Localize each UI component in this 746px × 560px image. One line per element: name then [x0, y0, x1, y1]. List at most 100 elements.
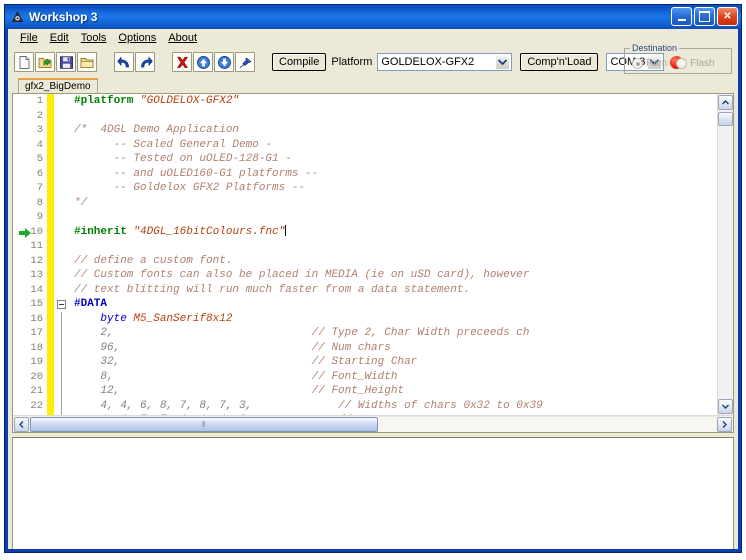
delete-icon[interactable] — [172, 52, 192, 72]
fold-column[interactable] — [54, 413, 70, 415]
code-line[interactable]: 18 96, // Num chars — [13, 340, 717, 355]
destination-ram-radio[interactable] — [632, 58, 643, 69]
fold-column[interactable] — [54, 283, 70, 298]
menu-item-tools[interactable]: Tools — [77, 31, 115, 45]
fold-column[interactable] — [54, 268, 70, 283]
fold-column[interactable] — [54, 196, 70, 211]
code-line[interactable]: 22 4, 4, 6, 8, 7, 8, 7, 3, // Widths of … — [13, 398, 717, 413]
vertical-scroll-track[interactable] — [718, 126, 733, 398]
line-number: 16 — [30, 312, 43, 325]
main-window: Workshop 3 ✕ File Edit Tools Options Abo… — [4, 4, 742, 553]
code-text-area[interactable]: 1 #platform "GOLDELOX-GFX2" 2 3/* 4DGL Demo… — [13, 94, 717, 415]
maximize-button[interactable] — [694, 7, 715, 26]
horizontal-scroll-thumb[interactable]: ‖ — [30, 416, 378, 432]
scroll-left-button[interactable] — [14, 416, 29, 432]
close-icon: ✕ — [723, 10, 732, 22]
code-line[interactable]: 11 — [13, 239, 717, 254]
horizontal-scroll-track[interactable] — [378, 416, 716, 432]
toolbar: Compile Platform GOLDELOX-GFX2 Comp'n'Lo… — [8, 43, 738, 77]
save-file-icon[interactable] — [56, 52, 76, 72]
fold-column[interactable] — [54, 326, 70, 341]
code-line[interactable]: 17 2, // Type 2, Char Width preceeds ch — [13, 326, 717, 341]
compile-button[interactable]: Compile — [272, 53, 327, 71]
chevron-down-icon[interactable] — [495, 54, 511, 70]
code-line[interactable]: 12 // define a custom font. — [13, 253, 717, 269]
line-number: 22 — [30, 399, 43, 412]
code-line[interactable]: 4 -- Scaled General Demo - — [13, 137, 717, 153]
destination-flash-radio[interactable] — [676, 58, 688, 69]
menu-item-file[interactable]: File — [16, 31, 46, 45]
fold-collapse-icon[interactable] — [57, 300, 66, 309]
fold-column[interactable] — [54, 369, 70, 384]
menu-item-edit[interactable]: Edit — [46, 31, 77, 45]
line-number: 1 — [36, 95, 43, 108]
code-line[interactable]: 10 #inherit "4DGL_16bitColours.fnc" — [13, 224, 717, 240]
code-line-text: /* 4DGL Demo Application — [70, 124, 717, 136]
undo-icon[interactable] — [114, 52, 134, 72]
fold-column[interactable] — [54, 94, 70, 109]
fold-column[interactable] — [54, 384, 70, 399]
code-line[interactable]: 13 // Custom fonts can also be placed in … — [13, 268, 717, 283]
code-line[interactable]: 16 byte M5_SanSerif8x12 — [13, 311, 717, 326]
redo-icon[interactable] — [135, 52, 155, 72]
code-line-text: #DATA — [70, 298, 717, 310]
pin-icon[interactable] — [235, 52, 255, 72]
fold-column[interactable] — [54, 167, 70, 182]
new-file-icon[interactable] — [14, 52, 34, 72]
fold-column[interactable] — [54, 181, 70, 196]
code-line-text: 8, // Font_Width — [70, 371, 717, 383]
fold-column[interactable] — [54, 239, 70, 254]
bookmark-arrow-icon[interactable] — [19, 227, 32, 238]
line-number: 23 — [13, 414, 47, 415]
fold-column[interactable] — [54, 152, 70, 167]
fold-column[interactable] — [54, 138, 70, 153]
platform-select[interactable]: GOLDELOX-GFX2 — [377, 53, 513, 71]
code-line[interactable]: 5 -- Tested on uOLED-128-G1 - — [13, 152, 717, 167]
up-arrow-icon[interactable] — [193, 52, 213, 72]
output-panel[interactable] — [12, 437, 734, 549]
code-line[interactable]: 7 -- Goldelox GFX2 Platforms -- — [13, 181, 717, 196]
scroll-right-button[interactable] — [717, 416, 732, 432]
fold-column[interactable] — [54, 340, 70, 355]
line-number: 19 — [30, 356, 43, 369]
down-arrow-icon[interactable] — [214, 52, 234, 72]
code-line[interactable]: 20 8, // Font_Width — [13, 369, 717, 384]
editor-margin-bar — [47, 297, 54, 312]
comp-n-load-button[interactable]: Comp'n'Load — [520, 53, 599, 71]
code-line[interactable]: 23 4, 4, 5, 7, 4, 4, 4, 6, // etc. — [13, 413, 717, 415]
scroll-down-button[interactable] — [718, 399, 733, 414]
code-line[interactable]: 14 // text blitting will run much faster … — [13, 282, 717, 298]
code-line[interactable]: 9 — [13, 210, 717, 225]
code-line[interactable]: 15 #DATA — [13, 297, 717, 312]
line-number: 4 — [36, 138, 43, 151]
vertical-scroll-thumb[interactable] — [718, 112, 733, 126]
close-button[interactable]: ✕ — [717, 7, 738, 26]
menu-item-options[interactable]: Options — [114, 31, 164, 45]
menu-label-about: About — [168, 31, 198, 44]
folder-icon[interactable] — [77, 52, 97, 72]
open-file-icon[interactable] — [35, 52, 55, 72]
tab-gfx2-bigdemo[interactable]: gfx2_BigDemo — [18, 78, 98, 93]
code-line[interactable]: 6 -- and uOLED160-G1 platforms -- — [13, 166, 717, 182]
fold-column[interactable] — [54, 123, 70, 138]
fold-column[interactable] — [54, 398, 70, 413]
editor-horizontal-scrollbar[interactable]: ‖ — [13, 415, 733, 432]
fold-guide-line — [61, 311, 62, 326]
code-line[interactable]: 3 /* 4DGL Demo Application — [13, 123, 717, 138]
code-line[interactable]: 2 — [13, 108, 717, 124]
fold-column[interactable] — [54, 254, 70, 269]
fold-column[interactable] — [54, 210, 70, 225]
fold-column[interactable] — [54, 109, 70, 124]
fold-column[interactable] — [54, 355, 70, 370]
code-line[interactable]: 8 */ — [13, 195, 717, 211]
minimize-button[interactable] — [671, 7, 692, 26]
editor-vertical-scrollbar[interactable] — [717, 94, 733, 415]
code-line[interactable]: 19 32, // Starting Char — [13, 355, 717, 370]
code-line[interactable]: 1 #platform "GOLDELOX-GFX2" — [13, 94, 717, 109]
fold-column[interactable] — [54, 297, 70, 312]
scroll-up-button[interactable] — [718, 95, 733, 110]
fold-column[interactable] — [54, 225, 70, 240]
code-line[interactable]: 21 12, // Font_Height — [13, 384, 717, 399]
fold-column[interactable] — [54, 311, 70, 326]
menu-item-about[interactable]: About — [164, 31, 205, 45]
